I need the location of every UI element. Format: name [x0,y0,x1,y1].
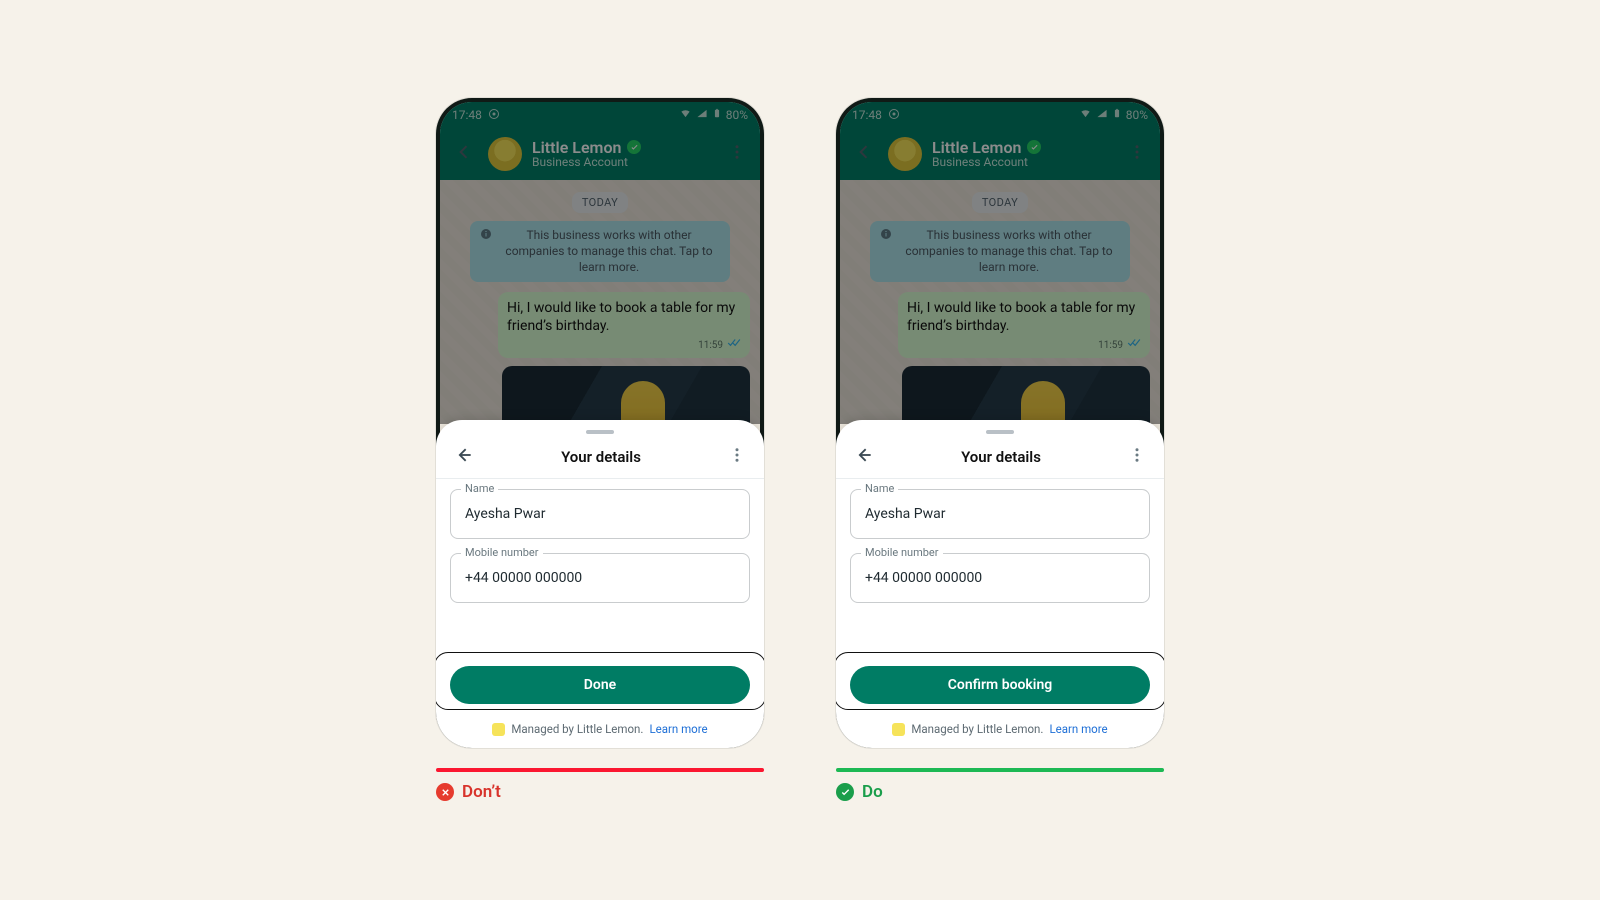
guideline-rule [836,768,1164,772]
mobile-input[interactable] [863,569,1137,587]
message-time: 11:59 [1098,339,1123,353]
message-text: Hi, I would like to book a table for my … [507,300,735,335]
status-bar: 17:48 80% [440,102,760,128]
contact-name: Little Lemon [932,139,1021,157]
name-input[interactable] [863,505,1137,523]
example-do: 17:48 80% [836,98,1164,802]
more-icon[interactable] [1124,139,1150,169]
read-ticks-icon [1127,338,1141,353]
notice-text: This business works with other companies… [898,227,1120,276]
contact-subtitle: Business Account [532,156,714,169]
example-dont: 17:48 80% [436,98,764,802]
name-field[interactable]: Name [450,489,750,539]
dont-label: Don’t [462,782,501,802]
verified-badge-icon [627,140,641,154]
sheet-more-icon[interactable] [1124,442,1150,472]
mobile-label: Mobile number [461,546,543,559]
learn-more-link[interactable]: Learn more [649,722,707,736]
phone-frame: 17:48 80% [436,98,764,748]
contact-subtitle: Business Account [932,156,1114,169]
do-label: Do [862,782,883,802]
managed-text: Managed by Little Lemon. [511,722,643,736]
chat-header: Little Lemon Business Account [440,128,760,180]
signal-icon [1096,108,1108,122]
verified-badge-icon [1027,140,1041,154]
whatsapp-status-icon [888,108,900,123]
status-time: 17:48 [452,108,482,122]
contact-name: Little Lemon [532,139,621,157]
avatar[interactable] [888,137,922,171]
wifi-icon [1079,108,1092,122]
business-logo-icon [492,723,505,736]
more-icon[interactable] [724,139,750,169]
day-label: TODAY [572,192,628,213]
status-time: 17:48 [852,108,882,122]
message-time: 11:59 [698,339,723,353]
battery-text: 80% [1126,108,1148,122]
signal-icon [696,108,708,122]
sheet-more-icon[interactable] [724,442,750,472]
dont-marker: Don’t [436,782,764,802]
check-icon [836,783,854,801]
back-icon[interactable] [850,138,878,170]
x-icon [436,783,454,801]
status-bar: 17:48 80% [840,102,1160,128]
outgoing-message: Hi, I would like to book a table for my … [498,292,750,358]
sheet-title: Your details [878,448,1124,466]
info-icon [880,228,892,244]
battery-icon [712,107,722,123]
chat-header: Little Lemon Business Account [840,128,1160,180]
phone-frame: 17:48 80% [836,98,1164,748]
battery-icon [1112,107,1122,123]
name-input[interactable] [463,505,737,523]
primary-cta-button[interactable]: Confirm booking [850,666,1150,704]
wifi-icon [679,108,692,122]
do-marker: Do [836,782,1164,802]
mobile-field[interactable]: Mobile number [850,553,1150,603]
day-label: TODAY [972,192,1028,213]
name-field[interactable]: Name [850,489,1150,539]
bottom-sheet: Your details Name Mobile number Done [436,420,764,748]
avatar[interactable] [488,137,522,171]
info-icon [480,228,492,244]
managed-text: Managed by Little Lemon. [911,722,1043,736]
sheet-back-icon[interactable] [850,441,878,473]
name-label: Name [861,482,898,495]
business-logo-icon [892,723,905,736]
sheet-back-icon[interactable] [450,441,478,473]
name-label: Name [461,482,498,495]
mobile-label: Mobile number [861,546,943,559]
bottom-sheet: Your details Name Mobile number Confirm [836,420,1164,748]
outgoing-message: Hi, I would like to book a table for my … [898,292,1150,358]
guideline-rule [436,768,764,772]
back-icon[interactable] [450,138,478,170]
primary-cta-button[interactable]: Done [450,666,750,704]
business-notice[interactable]: This business works with other companies… [870,221,1130,282]
mobile-field[interactable]: Mobile number [450,553,750,603]
notice-text: This business works with other companies… [498,227,720,276]
sheet-title: Your details [478,448,724,466]
mobile-input[interactable] [463,569,737,587]
business-notice[interactable]: This business works with other companies… [470,221,730,282]
learn-more-link[interactable]: Learn more [1049,722,1107,736]
drag-handle[interactable] [986,430,1014,434]
battery-text: 80% [726,108,748,122]
drag-handle[interactable] [586,430,614,434]
message-text: Hi, I would like to book a table for my … [907,300,1135,335]
whatsapp-status-icon [488,108,500,123]
read-ticks-icon [727,338,741,353]
